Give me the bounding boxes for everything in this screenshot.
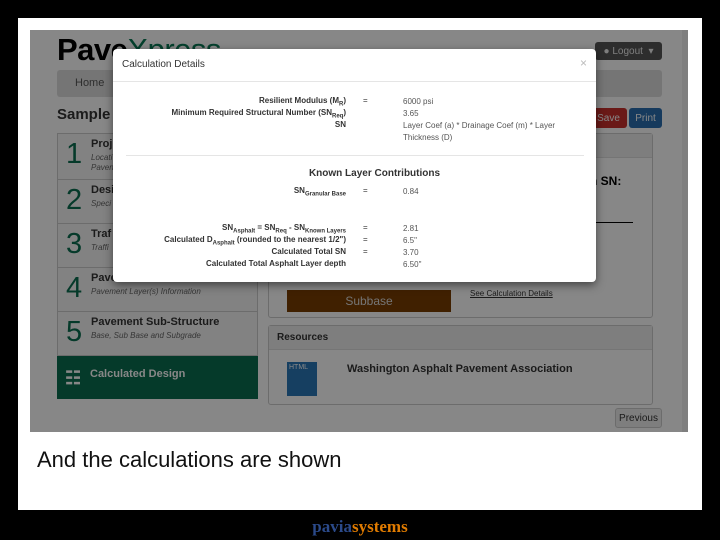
result-row: Calculated Total Asphalt Layer depth 6.50… <box>205 259 422 269</box>
modal-title: Calculation Details <box>122 59 205 70</box>
result-row: Calculated Total SN = 3.70 <box>271 247 419 257</box>
calc-row: Minimum Required Structural Number (SNRe… <box>171 108 419 120</box>
result-row: SNAsphalt = SNReq - SNKnown Layers = 2.81 <box>222 223 419 235</box>
known-row: SNGranular Base = 0.84 <box>293 186 419 198</box>
calculation-details-modal: Calculation Details × Resilient Modulus … <box>113 49 596 282</box>
footer-logo: paviasystems <box>312 517 408 536</box>
screenshot: PaveXpress ● Logout ▾ Home Sample Save P… <box>30 30 688 432</box>
result-row: Calculated DAsphalt (rounded to the near… <box>164 235 417 247</box>
section-title: Known Layer Contributions <box>308 168 441 179</box>
calc-row: SN Layer Coef (a) * Drainage Coef (m) * L… <box>334 120 556 142</box>
close-icon[interactable]: × <box>580 56 587 70</box>
slide-caption: And the calculations are shown <box>37 447 342 472</box>
calc-row: Resilient Modulus (MR) = 6000 psi <box>258 96 434 108</box>
